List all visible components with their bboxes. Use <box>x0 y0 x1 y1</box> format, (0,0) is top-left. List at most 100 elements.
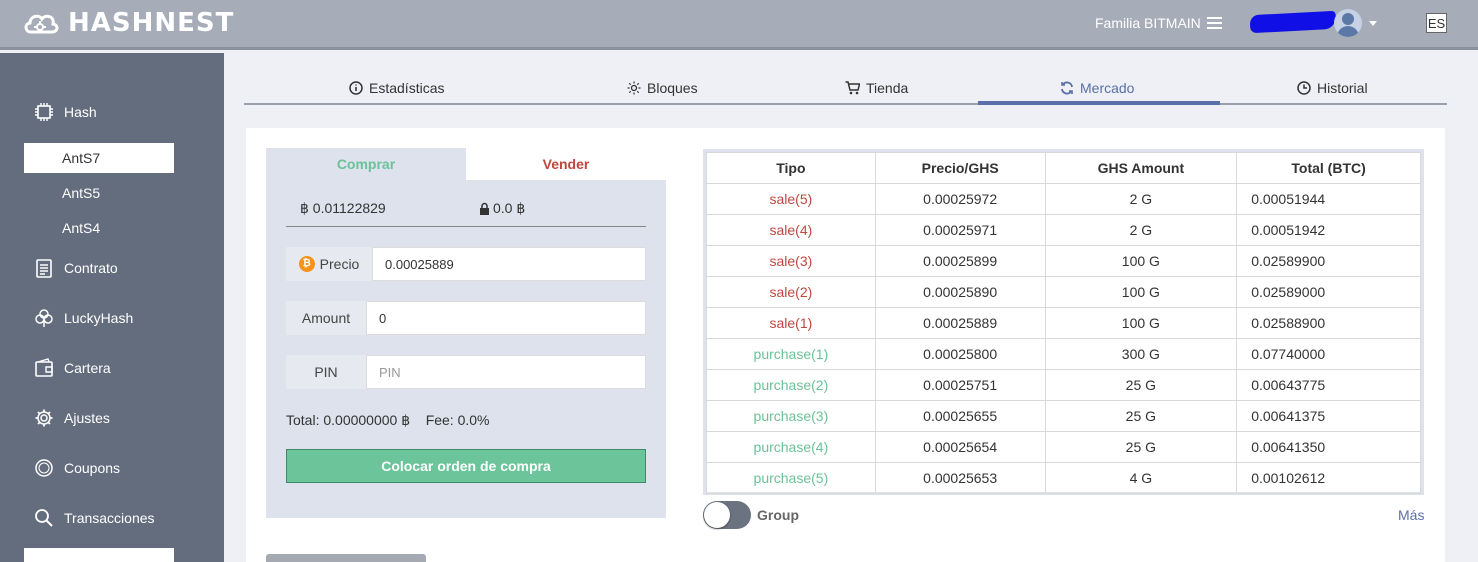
logo[interactable]: HASHNEST <box>22 8 234 38</box>
sidebar-item-ajustes[interactable]: Ajustes <box>34 408 110 428</box>
group-toggle[interactable] <box>703 501 751 529</box>
order-type-cell: sale(1) <box>706 307 876 339</box>
table-row[interactable]: sale(2) 0.00025890 100 G 0.02589000 <box>706 276 1421 308</box>
btc-balance: ฿ 0.01122829 <box>300 200 386 216</box>
table-row[interactable]: purchase(5) 0.00025653 4 G 0.00102612 <box>706 462 1421 494</box>
price-cell: 0.00025972 <box>874 183 1046 215</box>
active-tab-indicator <box>978 101 1220 105</box>
table-row[interactable]: sale(1) 0.00025889 100 G 0.02588900 <box>706 307 1421 339</box>
order-book-table: Tipo Precio/GHS GHS Amount Total (BTC) s… <box>706 152 1421 494</box>
sidebar-item-label: Ajustes <box>64 410 110 426</box>
total-cell: 0.00643775 <box>1236 369 1421 401</box>
sidebar-item-label: Transacciones <box>64 510 155 526</box>
main-tabs: Estadísticas Bloques Tienda Mercado Hist… <box>244 72 1447 105</box>
total-cell: 0.07740000 <box>1236 338 1421 370</box>
tab-mercado[interactable]: Mercado <box>1060 80 1134 96</box>
table-row[interactable]: purchase(4) 0.00025654 25 G 0.00641350 <box>706 431 1421 463</box>
order-summary: Total: 0.00000000 ฿ Fee: 0.0% <box>286 412 490 429</box>
pin-label: PIN <box>286 355 366 389</box>
lock-icon <box>480 202 489 215</box>
chevron-down-icon[interactable] <box>1369 21 1377 26</box>
avatar[interactable] <box>1334 9 1362 37</box>
chip-icon <box>34 102 54 122</box>
table-header-row: Tipo Precio/GHS GHS Amount Total (BTC) <box>706 152 1421 184</box>
tab-label: Estadísticas <box>369 80 445 96</box>
sidebar-item-contrato[interactable]: Contrato <box>34 258 118 278</box>
tab-estadisticas[interactable]: Estadísticas <box>349 80 444 96</box>
more-link[interactable]: Más <box>1398 507 1424 523</box>
amount-field: Amount <box>286 301 646 335</box>
order-book: Tipo Precio/GHS GHS Amount Total (BTC) s… <box>703 149 1424 495</box>
table-row[interactable]: purchase(3) 0.00025655 25 G 0.00641375 <box>706 400 1421 432</box>
sidebar-item-label: Contrato <box>64 260 118 276</box>
fee-text: Fee: 0.0% <box>425 412 490 428</box>
order-type-cell: sale(3) <box>706 245 876 277</box>
amount-cell: 2 G <box>1044 214 1238 246</box>
price-cell: 0.00025655 <box>874 400 1046 432</box>
table-row[interactable]: purchase(1) 0.00025800 300 G 0.07740000 <box>706 338 1421 370</box>
amount-label: Amount <box>286 301 366 335</box>
place-buy-order-button[interactable]: Colocar orden de compra <box>286 449 646 483</box>
sidebar-item-partial[interactable] <box>24 548 174 562</box>
price-cell: 0.00025889 <box>874 307 1046 339</box>
order-type-cell: sale(5) <box>706 183 876 215</box>
amount-input[interactable] <box>366 301 646 335</box>
table-row[interactable]: sale(4) 0.00025971 2 G 0.00051942 <box>706 214 1421 246</box>
price-cell: 0.00025654 <box>874 431 1046 463</box>
tab-vender[interactable]: Vender <box>466 148 666 180</box>
sun-icon <box>627 81 641 95</box>
table-row[interactable]: sale(5) 0.00025972 2 G 0.00051944 <box>706 183 1421 215</box>
cloud-logo-icon <box>24 14 59 34</box>
column-header-total: Total (BTC) <box>1236 152 1421 184</box>
table-row[interactable]: purchase(2) 0.00025751 25 G 0.00643775 <box>706 369 1421 401</box>
price-cell: 0.00025800 <box>874 338 1046 370</box>
order-type-cell: purchase(1) <box>706 338 876 370</box>
sidebar-subitem-ants5[interactable]: AntS5 <box>24 178 174 208</box>
total-text: Total: 0.00000000 ฿ <box>286 412 411 428</box>
clock-icon <box>1297 81 1311 95</box>
search-icon <box>34 508 54 528</box>
column-header-amount: GHS Amount <box>1044 152 1238 184</box>
order-form: Comprar Vender ฿ 0.01122829 0.0 ฿ ₿ Prec… <box>266 148 666 518</box>
partial-button[interactable] <box>266 554 426 562</box>
sidebar-subitem-ants7[interactable]: AntS7 <box>24 143 174 173</box>
wallet-icon <box>34 358 54 378</box>
info-icon <box>349 81 363 95</box>
list-icon <box>1206 16 1222 30</box>
language-selector[interactable]: ES <box>1426 13 1447 33</box>
tab-comprar[interactable]: Comprar <box>266 148 466 180</box>
tab-label: Bloques <box>647 80 698 96</box>
total-cell: 0.00051942 <box>1236 214 1421 246</box>
tab-tienda[interactable]: Tienda <box>845 80 908 96</box>
pin-field: PIN <box>286 355 646 389</box>
total-cell: 0.02588900 <box>1236 307 1421 339</box>
price-cell: 0.00025890 <box>874 276 1046 308</box>
table-row[interactable]: sale(3) 0.00025899 100 G 0.02589900 <box>706 245 1421 277</box>
sidebar-item-hash[interactable]: Hash <box>34 102 97 122</box>
total-cell: 0.02589900 <box>1236 245 1421 277</box>
redaction-mark <box>1249 10 1337 34</box>
logo-text: HASHNEST <box>68 8 235 38</box>
account-menu[interactable]: Familia BITMAIN <box>1095 15 1222 31</box>
toggle-knob <box>704 502 730 528</box>
tab-bloques[interactable]: Bloques <box>627 80 698 96</box>
sidebar-item-coupons[interactable]: Coupons <box>34 458 120 478</box>
divider <box>286 226 646 227</box>
price-cell: 0.00025899 <box>874 245 1046 277</box>
order-type-cell: sale(4) <box>706 214 876 246</box>
sidebar-item-transacciones[interactable]: Transacciones <box>34 508 155 528</box>
price-cell: 0.00025751 <box>874 369 1046 401</box>
price-input[interactable] <box>372 247 646 281</box>
amount-cell: 100 G <box>1044 276 1238 308</box>
order-type-cell: purchase(4) <box>706 431 876 463</box>
bitcoin-icon: ₿ <box>298 256 315 272</box>
pin-input[interactable] <box>366 355 646 389</box>
sidebar-subitem-ants4[interactable]: AntS4 <box>24 213 174 243</box>
price-label: Precio <box>319 256 360 272</box>
tab-historial[interactable]: Historial <box>1297 80 1368 96</box>
order-type-cell: purchase(2) <box>706 369 876 401</box>
coupon-icon <box>34 458 54 478</box>
sidebar-item-cartera[interactable]: Cartera <box>34 358 111 378</box>
sidebar-item-luckyhash[interactable]: LuckyHash <box>34 308 133 328</box>
total-cell: 0.00051944 <box>1236 183 1421 215</box>
